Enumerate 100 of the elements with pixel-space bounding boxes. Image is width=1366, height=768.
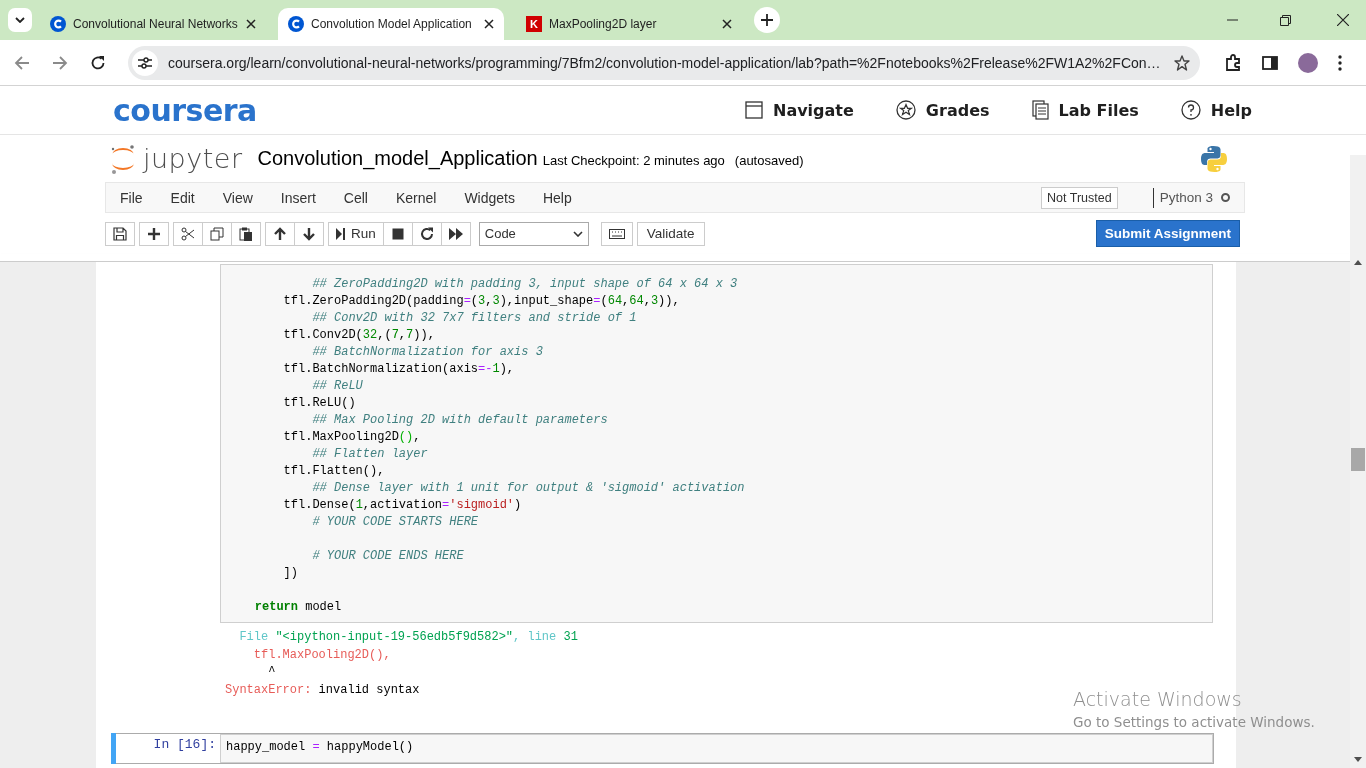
window-icon xyxy=(745,101,763,119)
new-tab-button[interactable] xyxy=(754,7,780,33)
scroll-up-icon[interactable] xyxy=(1354,260,1362,265)
browser-tab[interactable]: Convolution Model Application xyxy=(278,8,504,40)
coursera-favicon-icon xyxy=(288,16,304,32)
cell-type-dropdown[interactable]: Code xyxy=(478,221,589,246)
fast-forward-button[interactable] xyxy=(440,221,471,246)
menu-icon[interactable] xyxy=(1338,54,1342,71)
nav-link[interactable]: Lab Files xyxy=(1031,100,1139,120)
code-line: tfl.ReLU() xyxy=(282,395,357,412)
code-line: # YOUR CODE ENDS HERE xyxy=(311,548,465,565)
code-line: tfl.Conv2D(32,(7,7)), xyxy=(282,327,436,344)
code-line: ## BatchNormalization for axis 3 xyxy=(311,344,544,361)
restart-button[interactable] xyxy=(411,221,442,246)
toolbar-icon xyxy=(448,226,463,241)
help-icon xyxy=(1180,100,1201,120)
menu-item[interactable]: Edit xyxy=(170,189,195,206)
toolbar-icon xyxy=(302,226,316,241)
run-button[interactable]: Run xyxy=(328,221,384,246)
code-line: tfl.Dense(1,activation='sigmoid') xyxy=(282,497,523,514)
scroll-down-icon[interactable] xyxy=(1354,757,1362,762)
close-icon[interactable] xyxy=(246,19,256,29)
output-line: tfl.MaxPooling2D(), xyxy=(252,646,391,664)
code-line: return model xyxy=(253,599,343,616)
save-button[interactable] xyxy=(105,221,135,246)
menu-item[interactable]: View xyxy=(222,189,253,206)
stop-button[interactable] xyxy=(382,221,413,246)
autosave-status: (autosaved) xyxy=(734,153,804,168)
code-input[interactable] xyxy=(220,264,1213,623)
code-line: ## Max Pooling 2D with default parameters xyxy=(311,412,609,429)
restore-icon[interactable] xyxy=(1280,14,1291,26)
favicon-icon: K xyxy=(526,16,542,32)
toolbar-icon xyxy=(273,226,287,241)
tab-list-button[interactable] xyxy=(8,8,32,32)
paste-button[interactable] xyxy=(231,221,261,246)
coursera-favicon-icon xyxy=(50,16,66,32)
coursera-logo[interactable]: coursera xyxy=(113,92,257,128)
menu-item[interactable]: Insert xyxy=(280,189,316,206)
python-logo-icon xyxy=(1200,144,1228,173)
toolbar-icon xyxy=(181,226,195,241)
output-line: ^ xyxy=(267,664,276,681)
checkpoint-status: Last Checkpoint: 2 minutes ago xyxy=(542,153,725,168)
toolbar-icon xyxy=(608,228,625,239)
caret-icon xyxy=(572,230,583,237)
code-line: ## Conv2D with 32 7x7 filters and stride of 1 xyxy=(311,310,638,327)
menu-item[interactable]: File xyxy=(120,189,143,206)
activation-message: Go to Settings to activate Windows. xyxy=(1073,714,1315,730)
trust-indicator[interactable]: Not Trusted xyxy=(1041,186,1118,209)
validate-button[interactable]: Validate xyxy=(636,221,705,246)
close-icon[interactable] xyxy=(484,19,494,29)
menu-item[interactable]: Cell xyxy=(343,189,368,206)
site-settings-icon[interactable] xyxy=(138,56,152,69)
code-line: ]) xyxy=(282,565,299,582)
code-line: tfl.MaxPooling2D(), xyxy=(282,429,422,446)
nav-link[interactable]: Grades xyxy=(895,100,990,120)
menu-item[interactable]: Kernel xyxy=(395,189,437,206)
menu-item[interactable]: Help xyxy=(542,189,572,206)
close-icon[interactable] xyxy=(722,19,732,29)
toolbar-icon xyxy=(419,226,434,241)
code-line: # YOUR CODE STARTS HERE xyxy=(311,514,480,531)
reload-icon[interactable] xyxy=(90,54,106,71)
output-line: File "<ipython-input-19-56edb5f9d582>", line 31 xyxy=(238,629,578,646)
jupyter-wordmark[interactable]: jupyter xyxy=(143,143,243,174)
code-line: ## ReLU xyxy=(311,378,364,395)
plus-icon xyxy=(761,14,773,26)
code-line: ## Flatten layer xyxy=(311,446,429,463)
profile-avatar[interactable] xyxy=(1298,52,1318,73)
toolbar-icon xyxy=(390,226,405,241)
cut-button[interactable] xyxy=(173,221,203,246)
submit-assignment-button[interactable]: Submit Assignment xyxy=(1095,220,1240,247)
notebook-title[interactable]: Convolution_model_Application xyxy=(257,147,538,170)
back-icon[interactable] xyxy=(14,54,30,71)
activation-title: Activate Windows xyxy=(1073,688,1243,710)
code-line: ## Dense layer with 1 unit for output & 'sigmoid' activation xyxy=(311,480,746,497)
bookmark-star-icon[interactable] xyxy=(1174,54,1190,71)
browser-tab[interactable]: Convolutional Neural Networks xyxy=(40,8,266,40)
toolbar-icon xyxy=(113,226,127,241)
jupyter-logo-icon[interactable] xyxy=(110,142,136,175)
nav-link[interactable]: Help xyxy=(1180,100,1252,120)
output-line: SyntaxError: invalid syntax xyxy=(225,681,420,699)
extensions-icon[interactable] xyxy=(1224,53,1242,72)
code-line: tfl.Flatten(), xyxy=(282,463,386,480)
scrollbar-thumb[interactable] xyxy=(1351,448,1365,471)
move-up-button[interactable] xyxy=(265,221,295,246)
insert-cell-button[interactable] xyxy=(139,221,169,246)
keyboard-button[interactable] xyxy=(600,221,633,246)
code-line: ## ZeroPadding2D with padding 3, input shape of 64 x 64 x 3 xyxy=(311,276,739,293)
address-bar[interactable]: coursera.org/learn/convolutional-neural-networks/programming/7Bfm2/convolution-model-application/lab?path=%2Fnotebooks%2Frelease%2FW1A2%2FCon… xyxy=(128,45,1200,80)
forward-icon[interactable] xyxy=(52,54,68,71)
close-icon[interactable] xyxy=(1337,14,1349,26)
move-down-button[interactable] xyxy=(294,221,324,246)
play-step-icon xyxy=(336,227,346,240)
chevron-down-icon xyxy=(15,17,25,23)
kernel-name[interactable]: Python 3 xyxy=(1159,190,1213,205)
side-panel-icon[interactable] xyxy=(1262,54,1278,71)
code-line: tfl.ZeroPadding2D(padding=(3,3),input_shape=(64,64,3)), xyxy=(282,293,681,310)
menu-item[interactable]: Widgets xyxy=(464,189,515,206)
documents-icon xyxy=(1031,100,1049,120)
nav-link[interactable]: Navigate xyxy=(745,100,854,120)
browser-tab[interactable]: K MaxPooling2D layer xyxy=(516,8,742,40)
